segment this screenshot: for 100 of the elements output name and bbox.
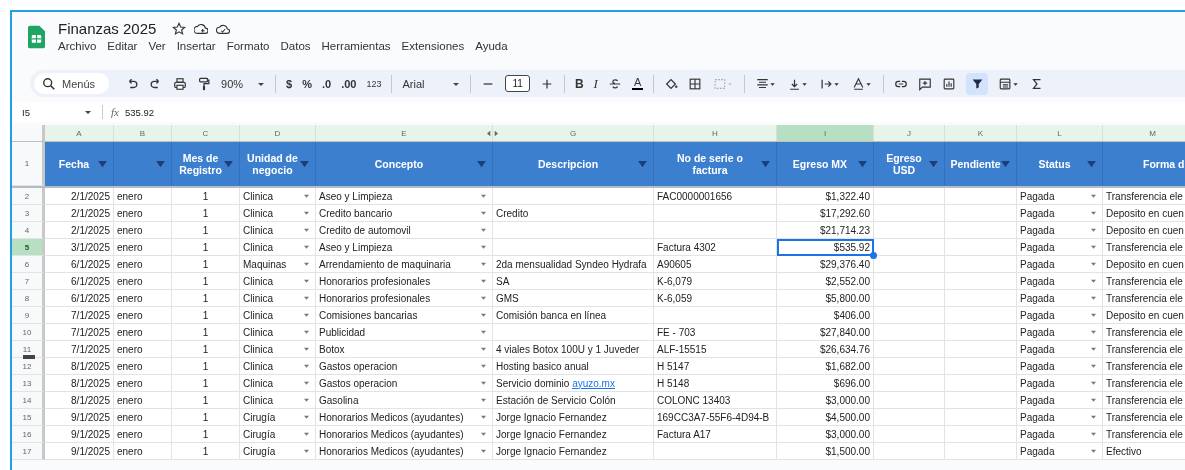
filter-icon[interactable] [858, 161, 867, 168]
dropdown-arrow-icon[interactable] [303, 363, 310, 369]
row-number[interactable]: 15 [12, 409, 45, 426]
dropdown-arrow-icon[interactable] [480, 312, 487, 318]
row-number[interactable]: 11 [12, 341, 45, 358]
column-letter[interactable]: A [76, 128, 82, 138]
row-number[interactable]: 1 [12, 142, 45, 186]
dropdown-arrow-icon[interactable] [303, 380, 310, 386]
filter-icon[interactable] [477, 161, 486, 168]
column-letter[interactable]: H [712, 128, 718, 138]
filter-icon[interactable] [638, 161, 647, 168]
fill-handle[interactable] [870, 252, 877, 259]
row-number[interactable]: 3 [12, 205, 45, 222]
dropdown-arrow-icon[interactable] [303, 346, 310, 352]
row-number[interactable]: 7 [12, 273, 45, 290]
print-icon[interactable] [173, 76, 188, 91]
column-letter[interactable]: E [401, 128, 407, 138]
menu-item[interactable]: Insertar [176, 40, 216, 52]
dropdown-arrow-icon[interactable] [1090, 380, 1097, 386]
column-letter[interactable]: K [977, 128, 984, 138]
dropdown-arrow-icon[interactable] [480, 329, 487, 335]
dropdown-arrow-icon[interactable] [303, 414, 310, 420]
dropdown-arrow-icon[interactable] [1090, 193, 1097, 199]
dropdown-arrow-icon[interactable] [303, 227, 310, 233]
borders-icon[interactable] [688, 76, 703, 91]
dropdown-arrow-icon[interactable] [303, 431, 310, 437]
menu-item[interactable]: Ver [148, 40, 166, 52]
currency-button[interactable]: $ [286, 77, 293, 90]
filter-icon[interactable] [761, 161, 770, 168]
sheets-logo-icon[interactable] [28, 25, 45, 49]
row-number[interactable]: 5 [12, 239, 45, 256]
move-icon[interactable] [194, 21, 209, 36]
menu-item[interactable]: Archivo [58, 40, 97, 52]
comment-icon[interactable] [918, 76, 933, 91]
increase-decimals-button[interactable]: .00 [341, 77, 357, 90]
expand-hidden-column-icon[interactable] [487, 129, 498, 137]
menu-item[interactable]: Datos [280, 40, 311, 52]
row-number[interactable]: 4 [12, 222, 45, 239]
dropdown-arrow-icon[interactable] [1090, 397, 1097, 403]
dropdown-arrow-icon[interactable] [303, 448, 310, 454]
formula-field[interactable]: 535.92 [124, 106, 154, 118]
bold-button[interactable]: B [574, 76, 584, 91]
strikethrough-icon[interactable] [607, 76, 622, 91]
dropdown-arrow-icon[interactable] [1090, 346, 1097, 352]
dropdown-arrow-icon[interactable] [480, 227, 487, 233]
number-format-button[interactable]: 123 [366, 78, 382, 89]
dropdown-arrow-icon[interactable] [1090, 431, 1097, 437]
menu-item[interactable]: Herramientas [321, 40, 391, 52]
row-number[interactable]: 13 [12, 375, 45, 392]
filter-icon[interactable] [98, 161, 107, 168]
row-number[interactable]: 8 [12, 290, 45, 307]
dropdown-arrow-icon[interactable] [1090, 278, 1097, 284]
dropdown-arrow-icon[interactable] [303, 329, 310, 335]
column-letter[interactable]: B [139, 128, 146, 138]
dropdown-arrow-icon[interactable] [1090, 244, 1097, 250]
column-letter[interactable]: D [274, 128, 281, 138]
dropdown-arrow-icon[interactable] [303, 295, 310, 301]
dropdown-arrow-icon[interactable] [1090, 295, 1097, 301]
menu-item[interactable]: Formato [226, 40, 270, 52]
filter-icon[interactable] [1087, 161, 1096, 168]
chart-icon[interactable] [942, 76, 957, 91]
dropdown-arrow-icon[interactable] [1090, 312, 1097, 318]
selected-cell[interactable]: $535.92 [777, 239, 874, 256]
percent-button[interactable]: % [302, 77, 312, 90]
dropdown-arrow-icon[interactable] [84, 108, 92, 116]
row-number[interactable]: 6 [12, 256, 45, 273]
italic-button[interactable]: I [593, 75, 598, 92]
row-number[interactable]: 10 [12, 324, 45, 341]
filter-button[interactable] [966, 72, 989, 95]
font-select[interactable]: Arial [402, 77, 461, 90]
zoom-select[interactable]: 90% [221, 77, 266, 90]
dropdown-arrow-icon[interactable] [480, 244, 487, 250]
dropdown-arrow-icon[interactable] [303, 312, 310, 318]
menu-search-field[interactable]: Menús [34, 73, 110, 94]
paint-format-icon[interactable] [197, 76, 212, 91]
dropdown-arrow-icon[interactable] [303, 244, 310, 250]
row-number[interactable]: 12 [12, 358, 45, 375]
fill-color-icon[interactable] [664, 76, 679, 91]
dropdown-arrow-icon[interactable] [480, 295, 487, 301]
row-number[interactable]: 16 [12, 426, 45, 443]
name-box[interactable]: I5 [22, 106, 34, 118]
column-letter[interactable]: I [823, 128, 827, 138]
filter-icon[interactable] [1001, 161, 1010, 168]
menu-item[interactable]: Extensiones [401, 40, 465, 52]
column-letter[interactable]: C [202, 128, 209, 138]
dropdown-arrow-icon[interactable] [480, 193, 487, 199]
dropdown-arrow-icon[interactable] [303, 278, 310, 284]
dropdown-arrow-icon[interactable] [1090, 261, 1097, 267]
column-letter[interactable]: J [907, 128, 911, 138]
dropdown-arrow-icon[interactable] [480, 380, 487, 386]
column-letter[interactable]: G [569, 128, 577, 138]
dropdown-arrow-icon[interactable] [1090, 227, 1097, 233]
dropdown-arrow-icon[interactable] [480, 278, 487, 284]
decrease-decimals-button[interactable]: .0 [321, 77, 332, 90]
dropdown-arrow-icon[interactable] [1090, 363, 1097, 369]
dropdown-arrow-icon[interactable] [303, 210, 310, 216]
row-number[interactable]: 17 [12, 443, 45, 460]
dropdown-arrow-icon[interactable] [480, 397, 487, 403]
dropdown-arrow-icon[interactable] [1090, 210, 1097, 216]
row-number[interactable]: 14 [12, 392, 45, 409]
